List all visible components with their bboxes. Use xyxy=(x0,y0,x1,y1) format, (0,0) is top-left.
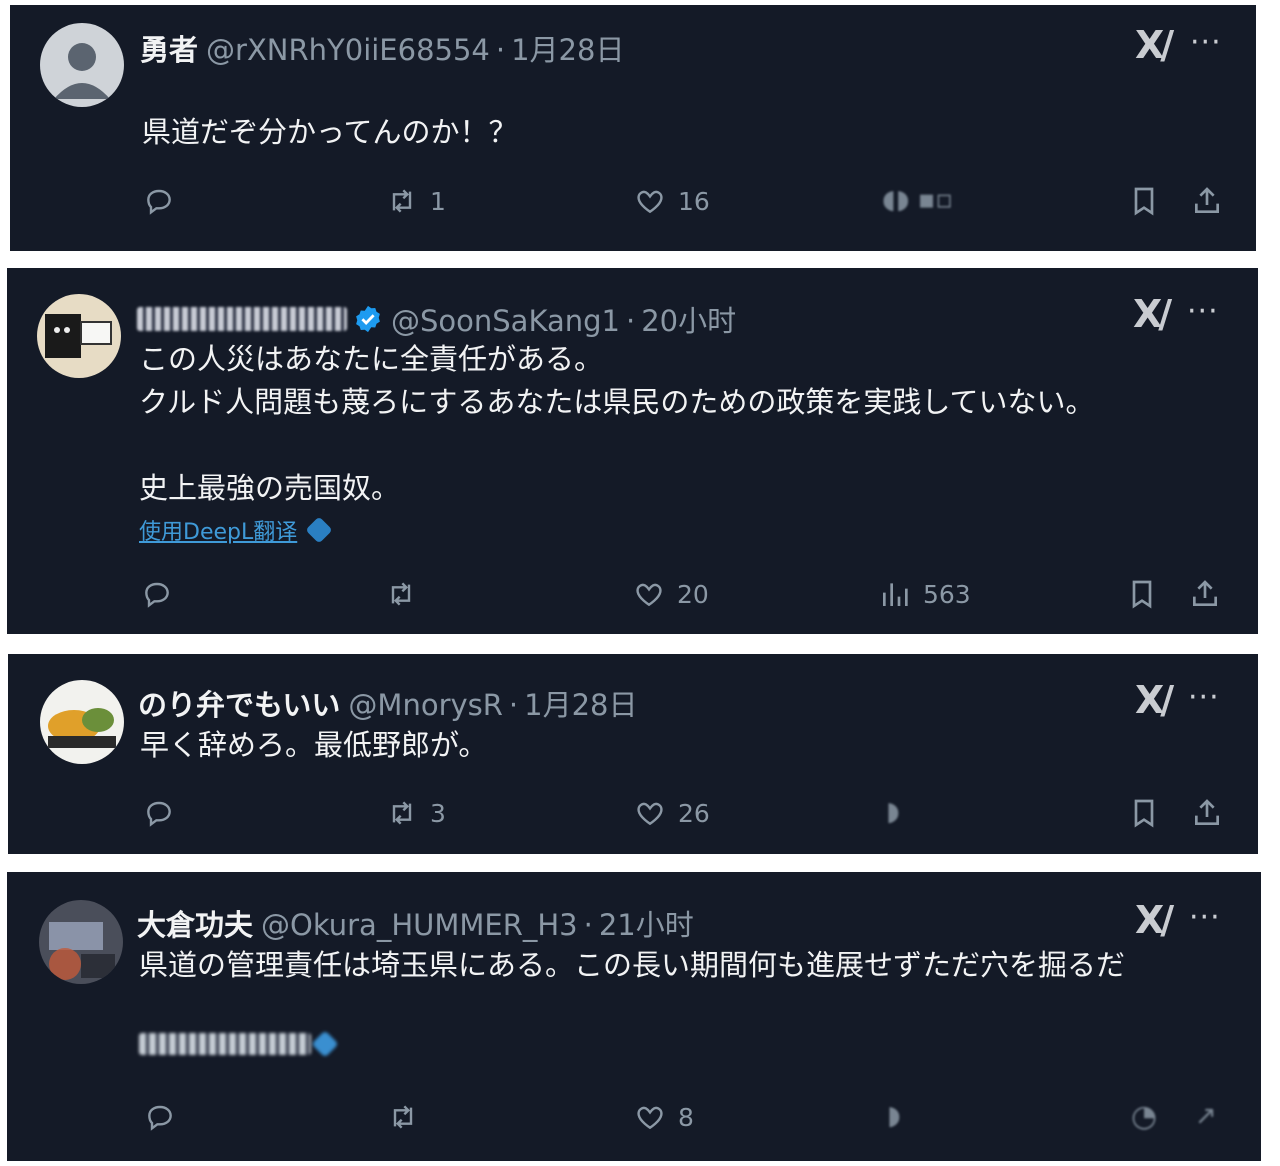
grok-icon[interactable]: X/ xyxy=(1135,678,1174,722)
user-handle[interactable]: @rXNRhY0iiE68554 xyxy=(206,33,490,67)
reply-icon xyxy=(147,801,171,827)
views-count: 563 xyxy=(923,579,971,609)
reply-button[interactable] xyxy=(141,578,173,610)
retweet-button[interactable] xyxy=(387,1101,419,1133)
retweet-button[interactable]: 1 xyxy=(386,185,446,217)
reply-button[interactable] xyxy=(143,185,175,217)
like-count: 16 xyxy=(678,186,710,216)
tweet-text: 県道の管理責任は埼玉県にある。この長い期間何も進展せずただ穴を掘るだ xyxy=(139,948,1126,982)
tweet-text: この人災はあなたに全責任がある。 クルド人問題も蔑ろにするあなたは県民のための政… xyxy=(139,342,1095,505)
display-name[interactable] xyxy=(137,307,347,331)
like-button[interactable]: 20 xyxy=(633,578,709,610)
timestamp[interactable]: 20小时 xyxy=(641,298,736,340)
blurred-text xyxy=(139,1033,311,1055)
avatar[interactable] xyxy=(37,294,121,378)
bookmark-button[interactable] xyxy=(1126,578,1158,610)
tweet-card[interactable]: 大倉功夫 @Okura_HUMMER_H3 · 21小时 X/ ··· 県道の管… xyxy=(7,872,1261,1161)
display-name[interactable]: 勇者 xyxy=(140,27,198,69)
grok-icon[interactable]: X/ xyxy=(1133,292,1172,336)
like-button[interactable]: 8 xyxy=(634,1101,694,1133)
share-button[interactable] xyxy=(1189,578,1221,610)
retweet-icon xyxy=(393,1105,413,1129)
share-icon[interactable]: ↗ xyxy=(1195,1101,1217,1131)
retweet-button[interactable] xyxy=(385,578,417,610)
avatar[interactable] xyxy=(39,900,123,984)
like-icon xyxy=(636,583,662,607)
translate-label[interactable]: 使用DeepL翻译 xyxy=(139,514,297,546)
deepl-icon xyxy=(311,1030,339,1058)
like-count: 26 xyxy=(678,798,710,828)
user-handle[interactable]: @Okura_HUMMER_H3 xyxy=(261,908,578,942)
reply-button[interactable] xyxy=(143,797,175,829)
like-count: 20 xyxy=(677,579,709,609)
share-button[interactable] xyxy=(1191,797,1223,829)
views-icon[interactable]: ◗ xyxy=(887,1101,901,1131)
separator: · xyxy=(508,688,519,722)
bookmark-button[interactable] xyxy=(1128,797,1160,829)
translate-link[interactable]: 使用DeepL翻译 xyxy=(139,514,333,546)
views-icon[interactable]: ◖◗ ▪▫ xyxy=(882,185,953,215)
like-button[interactable]: 16 xyxy=(634,185,710,217)
tweet-card[interactable]: 勇者 @rXNRhY0iiE68554 · 1月28日 X/ ··· 県道だぞ分… xyxy=(10,5,1256,251)
reply-icon xyxy=(145,582,169,608)
retweet-count: 3 xyxy=(430,798,446,828)
bookmark-icon xyxy=(1134,187,1154,216)
verified-badge-icon xyxy=(356,305,380,333)
views-icon[interactable]: ◗ xyxy=(886,797,900,827)
like-icon xyxy=(637,802,663,826)
timestamp[interactable]: 1月28日 xyxy=(511,27,624,69)
reply-icon xyxy=(147,189,171,215)
more-icon[interactable]: ··· xyxy=(1189,900,1221,935)
display-name[interactable]: のり弁でもいい xyxy=(138,682,340,724)
more-icon[interactable]: ··· xyxy=(1190,25,1222,60)
like-button[interactable]: 26 xyxy=(634,797,710,829)
share-icon xyxy=(1195,187,1219,213)
bookmark-button[interactable] xyxy=(1128,185,1160,217)
grok-icon[interactable]: X/ xyxy=(1135,23,1174,67)
share-button[interactable] xyxy=(1191,185,1223,217)
display-name[interactable]: 大倉功夫 xyxy=(137,902,253,944)
grok-icon[interactable]: X/ xyxy=(1135,898,1174,942)
views-icon xyxy=(883,583,908,606)
avatar[interactable] xyxy=(40,23,124,107)
retweet-icon xyxy=(391,582,411,606)
bookmark-icon xyxy=(1132,580,1152,609)
tweet-text: 早く辞めろ。最低野郎が。 xyxy=(140,728,488,762)
tweet-card[interactable]: のり弁でもいい @MnorysR · 1月28日 X/ ··· 早く辞めろ。最低… xyxy=(8,654,1258,854)
reply-icon xyxy=(148,1105,172,1131)
like-icon xyxy=(637,190,663,214)
retweet-count: 1 xyxy=(430,186,446,216)
separator: · xyxy=(495,33,506,67)
avatar[interactable] xyxy=(40,680,124,764)
user-handle[interactable]: @SoonSaKang1 xyxy=(391,304,620,338)
views-button[interactable]: 563 xyxy=(879,578,971,610)
like-icon xyxy=(637,1106,663,1130)
retweet-icon xyxy=(392,801,412,825)
separator: · xyxy=(625,304,636,338)
timestamp[interactable]: 1月28日 xyxy=(524,682,637,724)
tweet-card[interactable]: @SoonSaKang1 · 20小时 X/ ··· この人災はあなたに全責任が… xyxy=(7,268,1258,634)
deepl-icon xyxy=(305,516,333,544)
more-icon[interactable]: ··· xyxy=(1188,680,1220,715)
separator: · xyxy=(583,908,593,942)
bookmark-icon xyxy=(1134,799,1154,828)
user-handle[interactable]: @MnorysR xyxy=(348,688,503,722)
more-icon[interactable]: ··· xyxy=(1187,294,1219,329)
bookmark-icon[interactable]: ◔ xyxy=(1131,1099,1157,1134)
tweet-text: 県道だぞ分かってんのか！？ xyxy=(142,115,518,149)
retweet-icon xyxy=(392,189,412,213)
share-icon xyxy=(1193,580,1217,606)
reply-button[interactable] xyxy=(144,1101,176,1133)
translate-link-blurred[interactable] xyxy=(139,1030,339,1058)
timestamp[interactable]: 21小时 xyxy=(599,902,694,944)
share-icon xyxy=(1195,799,1219,825)
like-count: 8 xyxy=(678,1102,694,1132)
retweet-button[interactable]: 3 xyxy=(386,797,446,829)
